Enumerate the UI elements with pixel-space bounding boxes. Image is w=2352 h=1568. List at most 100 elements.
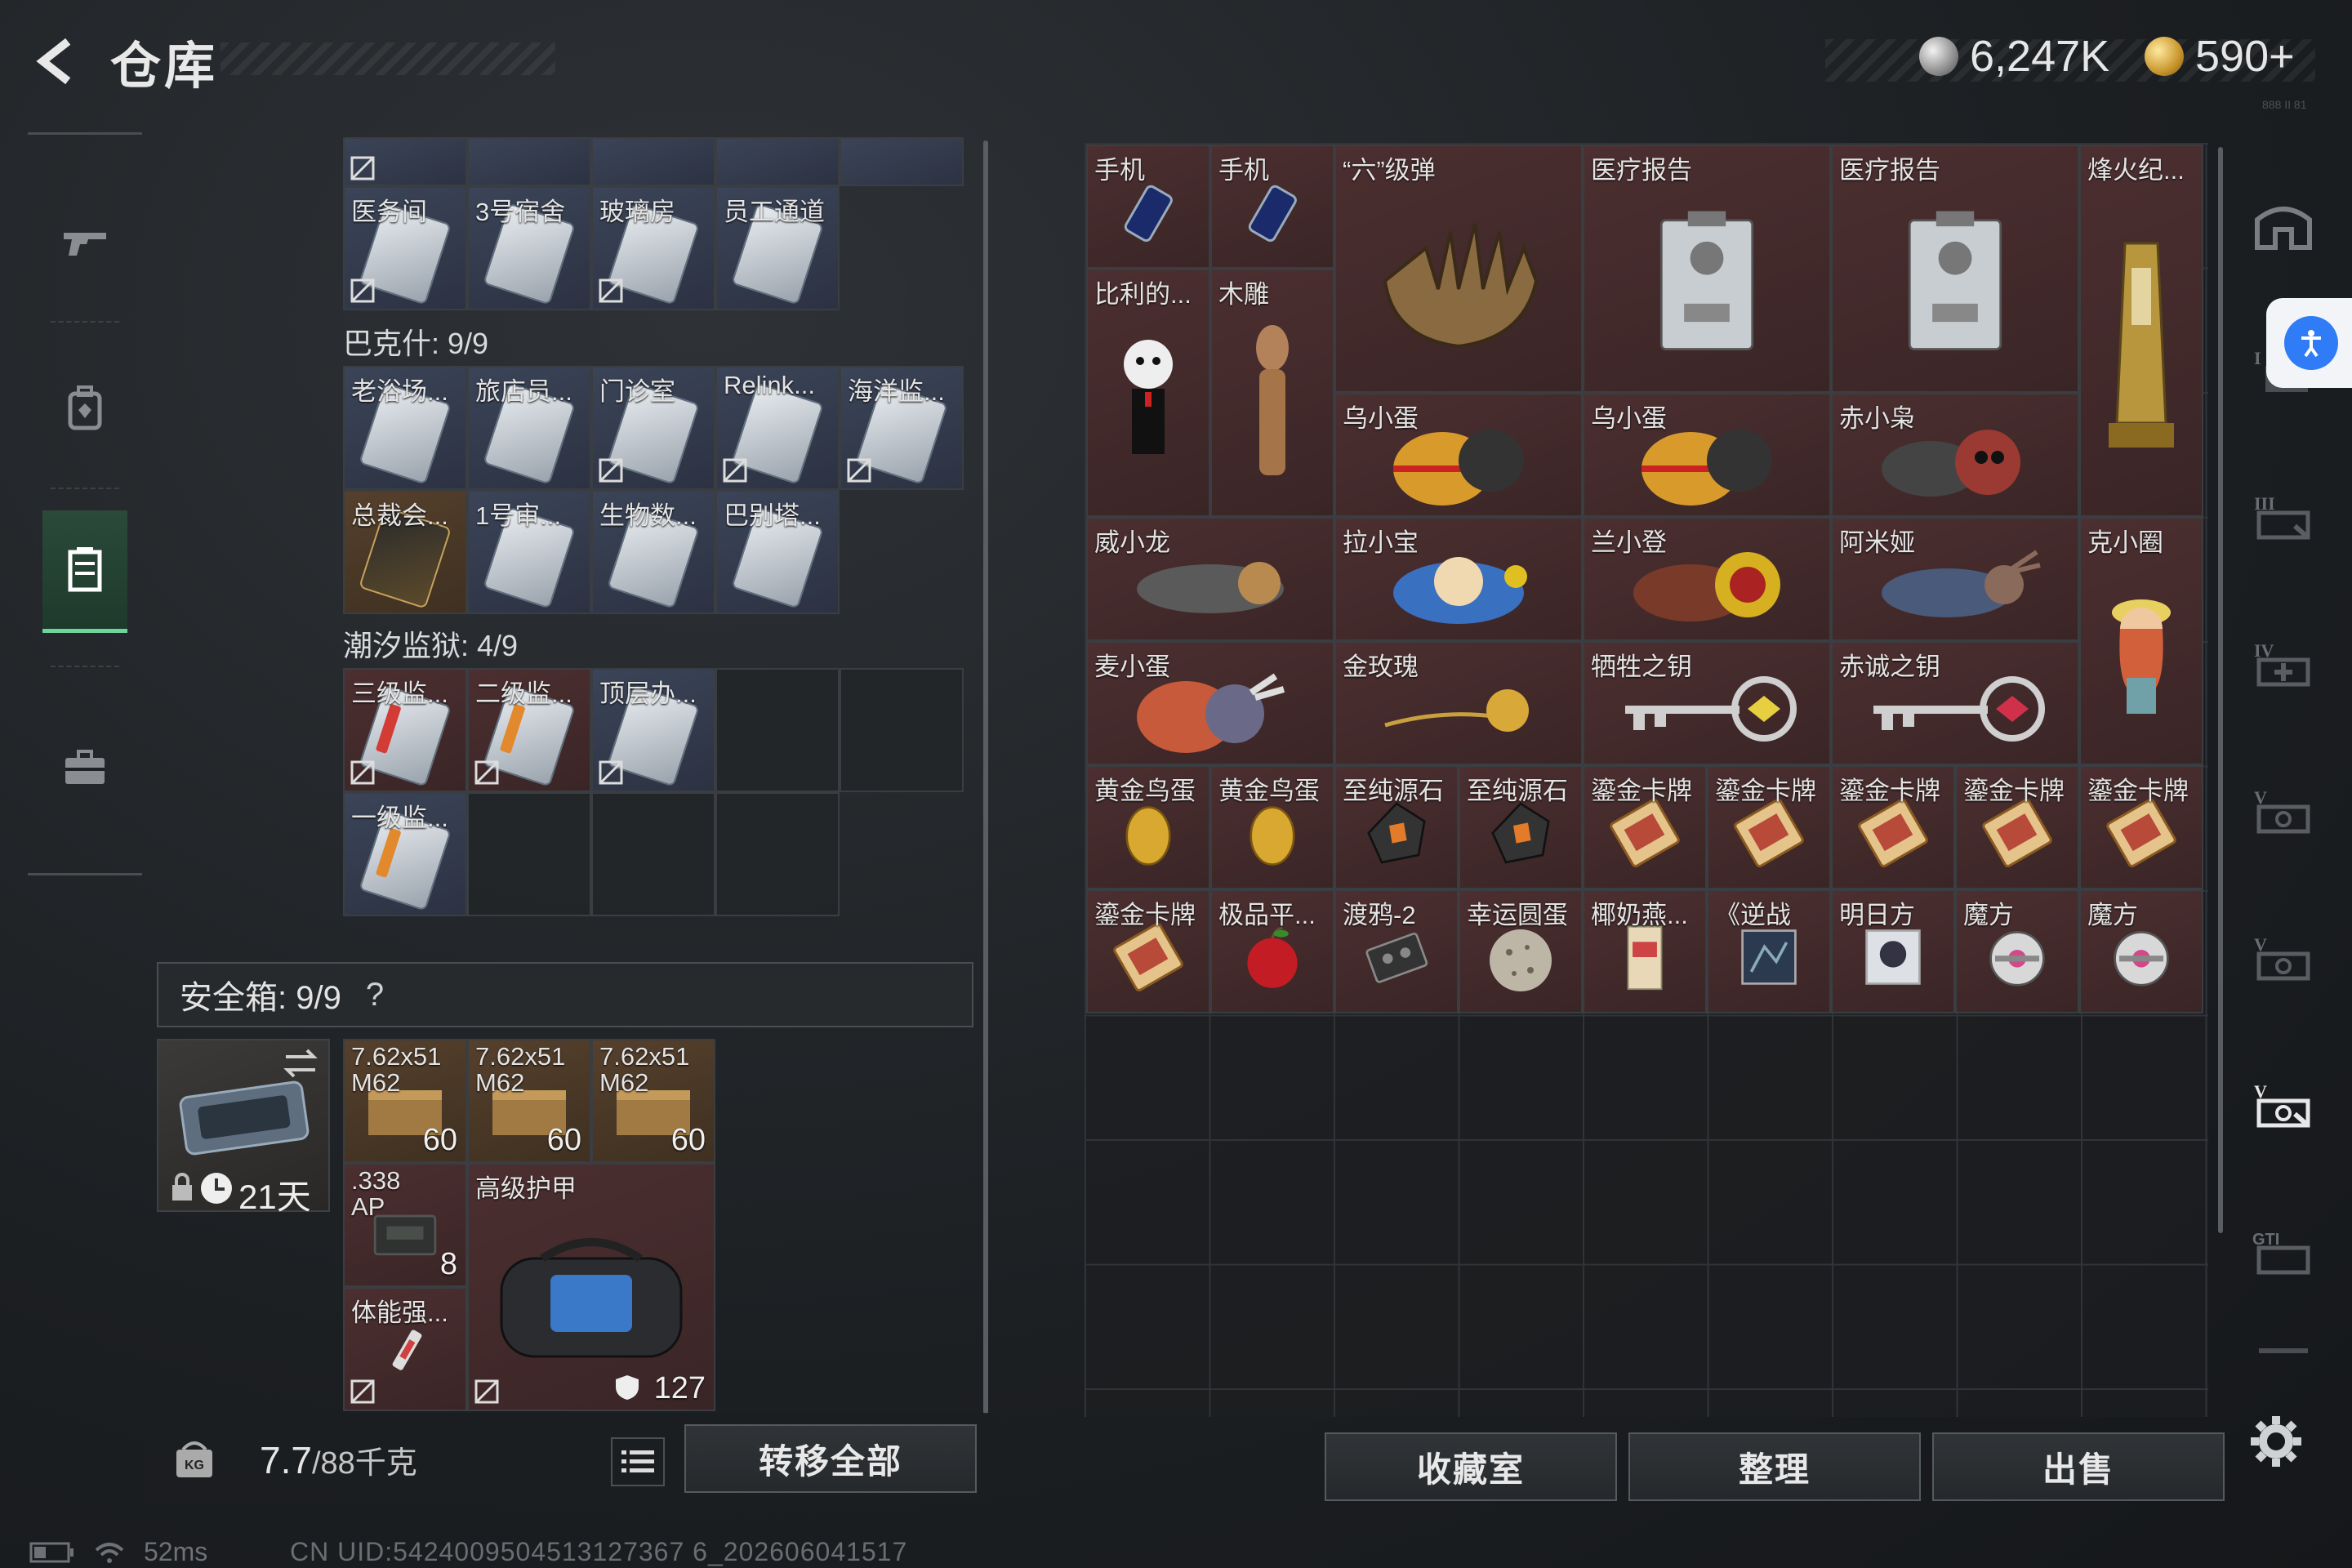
gilded-card-item[interactable]: 鎏金卡牌 — [1086, 889, 1210, 1013]
sell-button[interactable]: 出售 — [1932, 1432, 2225, 1501]
tab-level-6[interactable]: V — [2244, 1066, 2323, 1144]
nav-backpack[interactable] — [42, 347, 127, 470]
source-stone-item[interactable]: 至纯源石 — [1334, 765, 1459, 889]
key-item[interactable]: 赤诚之钥 — [1831, 641, 2079, 765]
figure-item[interactable]: 阿米娅 — [1831, 517, 2079, 641]
phone-item[interactable]: 手机 — [1086, 145, 1210, 269]
keycard-item[interactable]: 三级监... — [343, 668, 467, 792]
keycard-item[interactable]: 一级监... — [343, 792, 467, 916]
nav-storage[interactable] — [42, 510, 127, 633]
figure-item[interactable]: 麦小蛋 — [1086, 641, 1334, 765]
empty-slot[interactable] — [840, 668, 964, 792]
album-item[interactable]: 明日方 — [1831, 889, 1955, 1013]
keycard-item[interactable]: 玻璃房 — [591, 186, 715, 310]
back-button[interactable] — [24, 29, 90, 94]
keycard-slot[interactable] — [343, 137, 467, 186]
drink-item[interactable]: 椰奶燕... — [1583, 889, 1707, 1013]
backpack-icon — [68, 385, 102, 430]
help-button[interactable]: ? — [366, 977, 384, 1013]
album-item[interactable]: 《逆战 — [1707, 889, 1831, 1013]
keycard-item[interactable]: 巴别塔... — [715, 490, 840, 614]
right-scrollbar[interactable] — [2218, 147, 2223, 1233]
keycard-item[interactable]: 生物数... — [591, 490, 715, 614]
gold-currency[interactable]: 590+ — [2145, 31, 2295, 82]
gold-egg-item[interactable]: 黄金鸟蛋 — [1210, 765, 1334, 889]
egg-figure-item[interactable]: 乌小蛋 — [1334, 393, 1583, 517]
apple-item[interactable]: 极品平... — [1210, 889, 1334, 1013]
gilded-card-item[interactable]: 鎏金卡牌 — [1707, 765, 1831, 889]
key-item[interactable]: 牺牲之钥 — [1583, 641, 1831, 765]
wood-carving-item[interactable]: 木雕 — [1210, 269, 1334, 517]
empty-slot[interactable] — [715, 668, 840, 792]
tab-level-5a[interactable]: V — [2244, 772, 2323, 850]
gilded-card-item[interactable]: 鎏金卡牌 — [2079, 765, 2203, 889]
cube-item[interactable]: 魔方 — [1955, 889, 2079, 1013]
ammo-item[interactable]: 7.62x51 M62 60 — [343, 1039, 467, 1163]
medical-report-item[interactable]: 医疗报告 — [1583, 145, 1831, 393]
medical-report-item[interactable]: 医疗报告 — [1831, 145, 2079, 393]
keycard-item[interactable]: 老浴场... — [343, 366, 467, 490]
tab-home[interactable] — [2244, 188, 2323, 266]
beacon-trophy-item[interactable]: 烽火纪... — [2079, 145, 2203, 517]
tab-more[interactable] — [2244, 1335, 2323, 1368]
list-view-button[interactable] — [611, 1437, 665, 1486]
phone-item[interactable]: 手机 — [1210, 145, 1334, 269]
lucky-egg-item[interactable]: 幸运圆蛋 — [1459, 889, 1583, 1013]
keycard-item[interactable]: 3号宿舍 — [467, 186, 591, 310]
nav-weapon[interactable] — [42, 180, 127, 302]
keycard-item[interactable]: 海洋监... — [840, 366, 964, 490]
keycard-slot[interactable] — [840, 137, 964, 186]
keycard-item[interactable]: 医务间 — [343, 186, 467, 310]
safe-case-item[interactable]: 21天 — [157, 1039, 330, 1216]
ammo-item[interactable]: 7.62x51 M62 60 — [467, 1039, 591, 1163]
empty-slot[interactable] — [591, 792, 715, 916]
ammo-item[interactable]: 7.62x51 M62 60 — [591, 1039, 715, 1163]
keycard-item[interactable]: 总裁会... — [343, 490, 467, 614]
keycard-item[interactable]: 员工通道 — [715, 186, 840, 310]
gold-rose-item[interactable]: 金玫瑰 — [1334, 641, 1583, 765]
empty-slot[interactable] — [467, 792, 591, 916]
organize-button[interactable]: 整理 — [1628, 1432, 1921, 1501]
left-scrollbar[interactable] — [983, 140, 988, 1414]
item-label: 黄金鸟蛋 — [1218, 777, 1320, 805]
gilded-card-item[interactable]: 鎏金卡牌 — [1831, 765, 1955, 889]
bullet-artifact-item[interactable]: “六”级弹 — [1334, 145, 1583, 393]
transfer-all-button[interactable]: 转移全部 — [684, 1424, 977, 1493]
tab-level-5b[interactable]: V — [2244, 919, 2323, 997]
source-stone-item[interactable]: 至纯源石 — [1459, 765, 1583, 889]
figure-item[interactable]: 威小龙 — [1086, 517, 1334, 641]
figure-item[interactable]: 拉小宝 — [1334, 517, 1583, 641]
egg-figure-item[interactable]: 乌小蛋 — [1583, 393, 1831, 517]
keycard-item[interactable]: Relink... — [715, 366, 840, 490]
armor-item[interactable]: 高级护甲 127 — [467, 1163, 715, 1411]
keycard-slot[interactable] — [715, 137, 840, 186]
keycard-item[interactable]: 门诊室 — [591, 366, 715, 490]
tape-item[interactable]: 渡鸦-2 — [1334, 889, 1459, 1013]
figure-item[interactable]: 赤小枭 — [1831, 393, 2079, 517]
ammo-item[interactable]: .338 AP 8 — [343, 1163, 467, 1287]
tab-level-2[interactable]: III — [2244, 478, 2323, 556]
cube-item[interactable]: 魔方 — [2079, 889, 2203, 1013]
figure-item[interactable]: 克小圈 — [2079, 517, 2203, 765]
keycard-item[interactable]: 二级监... — [467, 668, 591, 792]
keycard-slot[interactable] — [591, 137, 715, 186]
collection-room-button[interactable]: 收藏室 — [1325, 1432, 1617, 1501]
settings-gear-icon[interactable] — [2247, 1413, 2305, 1470]
gilded-card-item[interactable]: 鎏金卡牌 — [1955, 765, 2079, 889]
accessibility-button[interactable] — [2266, 298, 2352, 388]
cassette-icon — [1365, 933, 1428, 984]
tab-level-4[interactable]: IV — [2244, 625, 2323, 703]
billy-doll-item[interactable]: 比利的... — [1086, 269, 1210, 517]
keycard-item[interactable]: 1号审... — [467, 490, 591, 614]
keycard-item[interactable]: 旅店员... — [467, 366, 591, 490]
keycard-slot[interactable] — [467, 137, 591, 186]
empty-slot[interactable] — [715, 792, 840, 916]
gilded-card-item[interactable]: 鎏金卡牌 — [1583, 765, 1707, 889]
gold-egg-item[interactable]: 黄金鸟蛋 — [1086, 765, 1210, 889]
item-label: 克小圈 — [2087, 528, 2163, 557]
consumable-item[interactable]: 体能强... — [343, 1287, 467, 1411]
keycard-item[interactable]: 顶层办... — [591, 668, 715, 792]
figure-item[interactable]: 兰小登 — [1583, 517, 1831, 641]
tab-gti[interactable]: GTI — [2244, 1213, 2323, 1291]
nav-briefcase[interactable] — [42, 706, 127, 829]
